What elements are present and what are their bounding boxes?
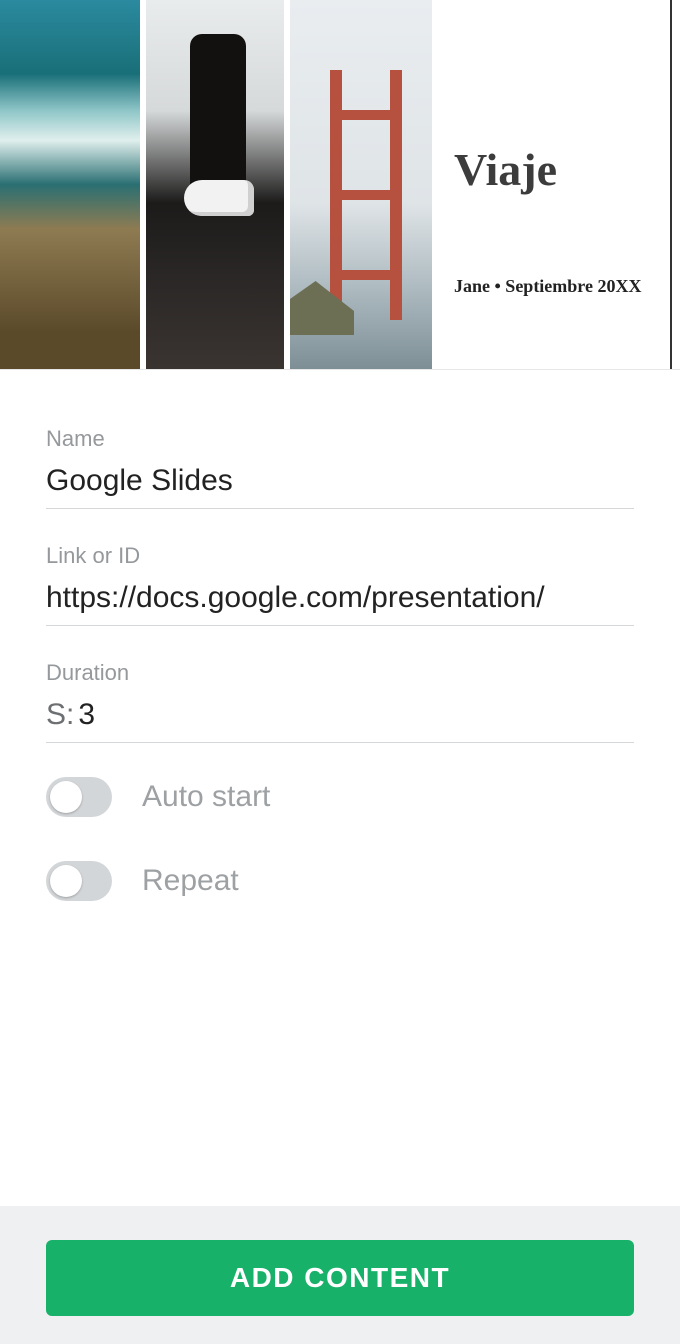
auto-start-label: Auto start xyxy=(142,780,270,814)
preview-image-2 xyxy=(146,0,284,369)
link-label: Link or ID xyxy=(46,543,634,569)
duration-field: Duration S: 3 xyxy=(46,660,634,743)
name-field: Name Google Slides xyxy=(46,426,634,509)
repeat-toggle[interactable] xyxy=(46,861,112,901)
duration-input[interactable]: S: 3 xyxy=(46,698,634,743)
link-input[interactable]: https://docs.google.com/presentation/ xyxy=(46,581,634,626)
repeat-row: Repeat xyxy=(46,861,634,901)
preview-image-3 xyxy=(290,0,432,369)
content-form: Name Google Slides Link or ID https://do… xyxy=(0,369,680,1206)
slide-preview: Viaje Jane • Septiembre 20XX xyxy=(0,0,672,369)
name-label: Name xyxy=(46,426,634,452)
preview-byline: Jane • Septiembre 20XX xyxy=(454,276,648,297)
footer: ADD CONTENT xyxy=(0,1206,680,1344)
duration-value: 3 xyxy=(78,698,95,732)
auto-start-row: Auto start xyxy=(46,777,634,817)
auto-start-toggle[interactable] xyxy=(46,777,112,817)
duration-prefix: S: xyxy=(46,698,74,732)
duration-label: Duration xyxy=(46,660,634,686)
add-content-button[interactable]: ADD CONTENT xyxy=(46,1240,634,1316)
repeat-label: Repeat xyxy=(142,864,239,898)
preview-image-1 xyxy=(0,0,140,369)
name-input[interactable]: Google Slides xyxy=(46,464,634,509)
link-field: Link or ID https://docs.google.com/prese… xyxy=(46,543,634,626)
preview-title: Viaje xyxy=(454,143,648,196)
